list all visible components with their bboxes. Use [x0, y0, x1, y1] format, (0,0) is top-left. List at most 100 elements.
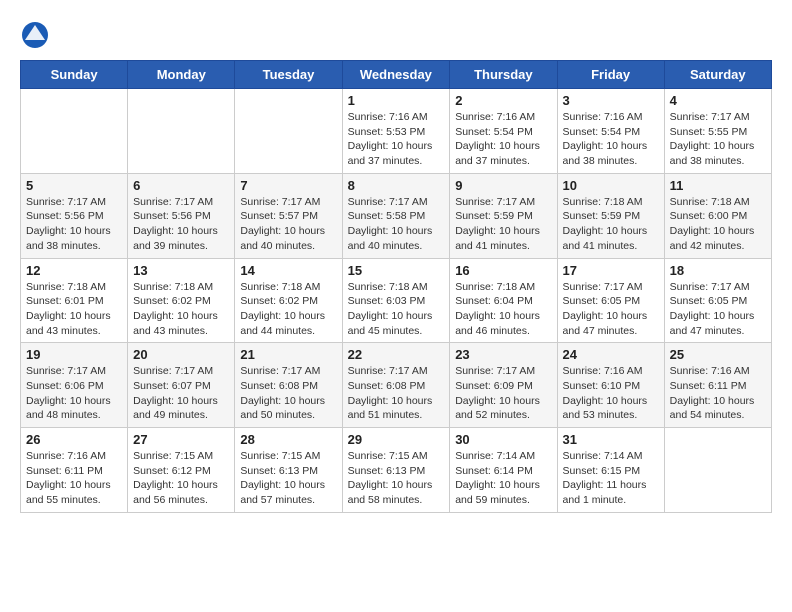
- calendar-cell: [21, 89, 128, 174]
- day-number: 26: [26, 432, 122, 447]
- day-info: Sunrise: 7:17 AM Sunset: 5:59 PM Dayligh…: [455, 195, 551, 254]
- weekday-header: Wednesday: [342, 61, 450, 89]
- day-number: 1: [348, 93, 445, 108]
- weekday-header: Tuesday: [235, 61, 342, 89]
- weekday-header: Saturday: [664, 61, 771, 89]
- calendar-cell: 25 Sunrise: 7:16 AM Sunset: 6:11 PM Dayli…: [664, 343, 771, 428]
- day-number: 31: [563, 432, 659, 447]
- calendar-week-row: 12Sunrise: 7:18 AM Sunset: 6:01 PM Dayli…: [21, 258, 772, 343]
- day-info: Sunrise: 7:18 AM Sunset: 6:00 PM Dayligh…: [670, 195, 766, 254]
- day-number: 14: [240, 263, 336, 278]
- weekday-header: Sunday: [21, 61, 128, 89]
- day-number: 28: [240, 432, 336, 447]
- day-number: 15: [348, 263, 445, 278]
- day-number: 13: [133, 263, 229, 278]
- day-number: 20: [133, 347, 229, 362]
- day-number: 7: [240, 178, 336, 193]
- calendar-cell: 10 Sunrise: 7:18 AM Sunset: 5:59 PM Dayli…: [557, 173, 664, 258]
- day-info: Sunrise: 7:17 AM Sunset: 6:08 PM Dayligh…: [348, 364, 445, 423]
- day-info: Sunrise: 7:15 AM Sunset: 6:13 PM Dayligh…: [348, 449, 445, 508]
- day-info: Sunrise: 7:16 AM Sunset: 6:11 PM Dayligh…: [670, 364, 766, 423]
- calendar-week-row: 26Sunrise: 7:16 AM Sunset: 6:11 PM Dayli…: [21, 428, 772, 513]
- weekday-header-row: SundayMondayTuesdayWednesdayThursdayFrid…: [21, 61, 772, 89]
- day-number: 30: [455, 432, 551, 447]
- day-number: 3: [563, 93, 659, 108]
- calendar-week-row: 19 Sunrise: 7:17 AM Sunset: 6:06 PM Dayli…: [21, 343, 772, 428]
- day-info: Sunrise: 7:15 AM Sunset: 6:13 PM Dayligh…: [240, 449, 336, 508]
- calendar-cell: 17 Sunrise: 7:17 AM Sunset: 6:05 PM Dayli…: [557, 258, 664, 343]
- calendar-cell: 29 Sunrise: 7:15 AM Sunset: 6:13 PM Dayli…: [342, 428, 450, 513]
- calendar-cell: 27Sunrise: 7:15 AM Sunset: 6:12 PM Dayli…: [128, 428, 235, 513]
- day-info: Sunrise: 7:17 AM Sunset: 6:05 PM Dayligh…: [563, 280, 659, 339]
- calendar-cell: 6Sunrise: 7:17 AM Sunset: 5:56 PM Daylig…: [128, 173, 235, 258]
- day-info: Sunrise: 7:17 AM Sunset: 5:56 PM Dayligh…: [26, 195, 122, 254]
- weekday-header: Monday: [128, 61, 235, 89]
- calendar-cell: 24 Sunrise: 7:16 AM Sunset: 6:10 PM Dayli…: [557, 343, 664, 428]
- day-number: 29: [348, 432, 445, 447]
- calendar-cell: 3 Sunrise: 7:16 AM Sunset: 5:54 PM Daylig…: [557, 89, 664, 174]
- day-number: 9: [455, 178, 551, 193]
- day-number: 10: [563, 178, 659, 193]
- day-number: 21: [240, 347, 336, 362]
- weekday-header: Thursday: [450, 61, 557, 89]
- day-number: 17: [563, 263, 659, 278]
- day-number: 8: [348, 178, 445, 193]
- calendar-cell: 22 Sunrise: 7:17 AM Sunset: 6:08 PM Dayli…: [342, 343, 450, 428]
- day-number: 11: [670, 178, 766, 193]
- calendar-cell: 4Sunrise: 7:17 AM Sunset: 5:55 PM Daylig…: [664, 89, 771, 174]
- day-number: 18: [670, 263, 766, 278]
- day-info: Sunrise: 7:18 AM Sunset: 6:03 PM Dayligh…: [348, 280, 445, 339]
- calendar-cell: 30 Sunrise: 7:14 AM Sunset: 6:14 PM Dayli…: [450, 428, 557, 513]
- day-number: 16: [455, 263, 551, 278]
- calendar-cell: 8 Sunrise: 7:17 AM Sunset: 5:58 PM Daylig…: [342, 173, 450, 258]
- day-info: Sunrise: 7:18 AM Sunset: 6:02 PM Dayligh…: [133, 280, 229, 339]
- calendar-cell: 28 Sunrise: 7:15 AM Sunset: 6:13 PM Dayli…: [235, 428, 342, 513]
- day-info: Sunrise: 7:14 AM Sunset: 6:14 PM Dayligh…: [455, 449, 551, 508]
- day-number: 27: [133, 432, 229, 447]
- day-info: Sunrise: 7:18 AM Sunset: 6:02 PM Dayligh…: [240, 280, 336, 339]
- day-info: Sunrise: 7:16 AM Sunset: 6:10 PM Dayligh…: [563, 364, 659, 423]
- day-number: 5: [26, 178, 122, 193]
- day-number: 19: [26, 347, 122, 362]
- day-info: Sunrise: 7:17 AM Sunset: 5:55 PM Dayligh…: [670, 110, 766, 169]
- day-info: Sunrise: 7:17 AM Sunset: 5:57 PM Dayligh…: [240, 195, 336, 254]
- calendar-cell: 16 Sunrise: 7:18 AM Sunset: 6:04 PM Dayli…: [450, 258, 557, 343]
- day-number: 25: [670, 347, 766, 362]
- calendar-week-row: 5 Sunrise: 7:17 AM Sunset: 5:56 PM Daylig…: [21, 173, 772, 258]
- calendar-cell: 31Sunrise: 7:14 AM Sunset: 6:15 PM Dayli…: [557, 428, 664, 513]
- day-info: Sunrise: 7:18 AM Sunset: 5:59 PM Dayligh…: [563, 195, 659, 254]
- logo: [20, 20, 54, 50]
- calendar-cell: [128, 89, 235, 174]
- calendar-cell: 26Sunrise: 7:16 AM Sunset: 6:11 PM Dayli…: [21, 428, 128, 513]
- calendar-cell: [235, 89, 342, 174]
- logo-icon: [20, 20, 50, 50]
- day-number: 22: [348, 347, 445, 362]
- day-info: Sunrise: 7:18 AM Sunset: 6:04 PM Dayligh…: [455, 280, 551, 339]
- weekday-header: Friday: [557, 61, 664, 89]
- day-info: Sunrise: 7:17 AM Sunset: 6:05 PM Dayligh…: [670, 280, 766, 339]
- page-header: [20, 20, 772, 50]
- calendar-week-row: 1 Sunrise: 7:16 AM Sunset: 5:53 PM Daylig…: [21, 89, 772, 174]
- calendar-cell: 20 Sunrise: 7:17 AM Sunset: 6:07 PM Dayli…: [128, 343, 235, 428]
- calendar-table: SundayMondayTuesdayWednesdayThursdayFrid…: [20, 60, 772, 513]
- day-info: Sunrise: 7:16 AM Sunset: 5:53 PM Dayligh…: [348, 110, 445, 169]
- calendar-cell: 7 Sunrise: 7:17 AM Sunset: 5:57 PM Daylig…: [235, 173, 342, 258]
- calendar-cell: 1 Sunrise: 7:16 AM Sunset: 5:53 PM Daylig…: [342, 89, 450, 174]
- calendar-cell: 9 Sunrise: 7:17 AM Sunset: 5:59 PM Daylig…: [450, 173, 557, 258]
- day-info: Sunrise: 7:17 AM Sunset: 5:58 PM Dayligh…: [348, 195, 445, 254]
- calendar-cell: 2 Sunrise: 7:16 AM Sunset: 5:54 PM Daylig…: [450, 89, 557, 174]
- day-info: Sunrise: 7:16 AM Sunset: 5:54 PM Dayligh…: [563, 110, 659, 169]
- calendar-cell: 14 Sunrise: 7:18 AM Sunset: 6:02 PM Dayli…: [235, 258, 342, 343]
- day-info: Sunrise: 7:18 AM Sunset: 6:01 PM Dayligh…: [26, 280, 122, 339]
- day-info: Sunrise: 7:17 AM Sunset: 6:09 PM Dayligh…: [455, 364, 551, 423]
- calendar-cell: 12Sunrise: 7:18 AM Sunset: 6:01 PM Dayli…: [21, 258, 128, 343]
- calendar-cell: 23Sunrise: 7:17 AM Sunset: 6:09 PM Dayli…: [450, 343, 557, 428]
- calendar-cell: 11 Sunrise: 7:18 AM Sunset: 6:00 PM Dayli…: [664, 173, 771, 258]
- day-info: Sunrise: 7:17 AM Sunset: 6:07 PM Dayligh…: [133, 364, 229, 423]
- day-info: Sunrise: 7:16 AM Sunset: 5:54 PM Dayligh…: [455, 110, 551, 169]
- day-number: 24: [563, 347, 659, 362]
- calendar-cell: [664, 428, 771, 513]
- calendar-cell: 15 Sunrise: 7:18 AM Sunset: 6:03 PM Dayli…: [342, 258, 450, 343]
- day-number: 2: [455, 93, 551, 108]
- day-info: Sunrise: 7:17 AM Sunset: 6:06 PM Dayligh…: [26, 364, 122, 423]
